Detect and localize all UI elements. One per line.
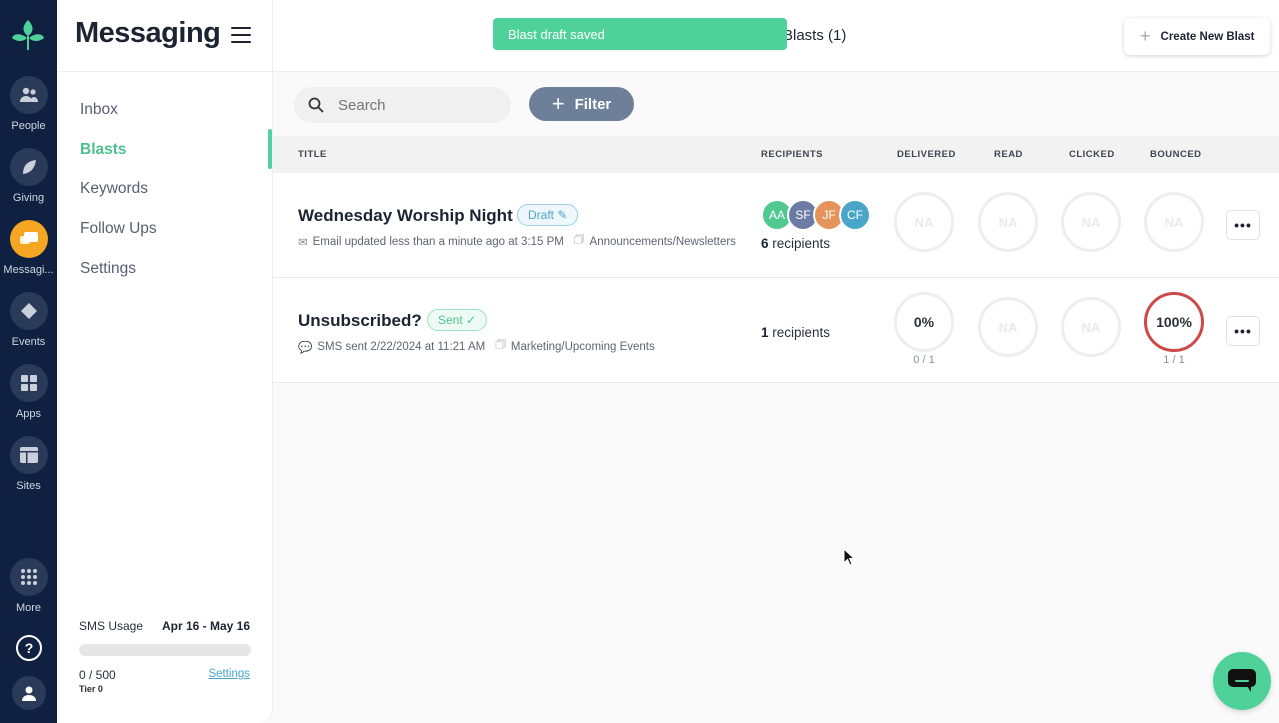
ellipsis-icon: ••• [1234, 323, 1252, 339]
folder-icon: 🗇 [495, 339, 506, 351]
create-new-blast-label: Create New Blast [1160, 30, 1255, 43]
help-icon: ? [15, 635, 42, 661]
blast-category: Announcements/Newsletters [589, 235, 736, 248]
blast-meta-text: Email updated less than a minute ago at … [312, 235, 564, 248]
filter-button[interactable]: + Filter [529, 87, 634, 121]
avatar: CF [839, 199, 871, 231]
pencil-icon: ✎ [557, 208, 568, 222]
blast-meta-text: SMS sent 2/22/2024 at 11:21 AM [317, 340, 486, 353]
column-read[interactable]: READ [994, 149, 1023, 160]
ellipsis-icon: ••• [1234, 217, 1252, 233]
status-badge: Sent ✓ [427, 309, 488, 331]
checkmark-icon: ✓ [466, 313, 477, 327]
grid-icon [9, 364, 48, 402]
ticket-icon [9, 292, 48, 330]
sidebar-item-blasts[interactable]: Blasts [80, 141, 127, 159]
search-icon [308, 97, 324, 113]
rail-item-messaging[interactable]: Messagi... [0, 220, 57, 276]
status-label: Draft [528, 208, 555, 222]
user-icon [11, 676, 46, 710]
sms-usage-dates: Apr 16 - May 16 [161, 619, 250, 633]
delivered-ring: 0% [894, 292, 954, 352]
blast-meta: 💬 SMS sent 2/22/2024 at 11:21 AM 🗇 Marke… [298, 337, 655, 356]
active-nav-indicator [268, 129, 272, 169]
bounced-sub: 1 / 1 [1163, 354, 1185, 366]
people-icon [9, 76, 48, 114]
recipient-count: 1 recipients [761, 325, 831, 340]
messaging-sidebar: Messaging Inbox Blasts Keywords Follow U… [57, 0, 273, 723]
browser-icon [9, 436, 48, 474]
status-badge: Draft ✎ [517, 204, 579, 226]
sms-bubble-icon: 💬 [298, 341, 313, 354]
sidebar-item-settings[interactable]: Settings [80, 260, 136, 278]
blast-title[interactable]: Unsubscribed? [298, 311, 422, 331]
sidebar-item-keywords[interactable]: Keywords [80, 180, 148, 198]
sms-usage-count: 0 / 500 [79, 668, 116, 682]
table-header: TITLE RECIPIENTS DELIVERED READ CLICKED … [273, 136, 1279, 173]
blast-title[interactable]: Wednesday Worship Night [298, 206, 513, 226]
toast-notification: Blast draft saved [493, 18, 787, 50]
sms-tier: Tier 0 [79, 684, 103, 694]
sidebar-item-inbox[interactable]: Inbox [80, 101, 118, 119]
sms-usage-bar [79, 644, 251, 656]
column-clicked[interactable]: CLICKED [1069, 149, 1115, 160]
filter-label: Filter [574, 95, 612, 113]
clicked-ring: NA [1061, 297, 1121, 357]
delivered-ring: NA [894, 192, 954, 252]
column-title[interactable]: TITLE [298, 149, 327, 160]
folder-icon: 🗇 [573, 234, 585, 246]
help-button[interactable]: ? [0, 634, 57, 667]
main-content: Blasts (1) Blast draft saved + Create Ne… [273, 0, 1279, 723]
plus-icon: + [551, 91, 565, 116]
rail-item-sites[interactable]: Sites [0, 436, 57, 492]
chat-icon [9, 220, 48, 258]
sidebar-title: Messaging [75, 17, 221, 49]
sms-settings-link[interactable]: Settings [208, 668, 250, 680]
read-ring: NA [978, 192, 1038, 252]
app-rail: People Giving Messagi... Events Apps Sit… [0, 0, 57, 723]
column-bounced[interactable]: BOUNCED [1150, 149, 1202, 160]
profile-button[interactable] [0, 676, 57, 710]
column-recipients[interactable]: RECIPIENTS [761, 149, 823, 160]
blast-meta: ✉ Email updated less than a minute ago a… [298, 232, 736, 251]
rail-item-events[interactable]: Events [0, 292, 57, 348]
bounced-ring: 100% [1144, 292, 1204, 352]
page-title: Blasts (1) [783, 27, 847, 44]
search-input[interactable] [338, 96, 488, 114]
sidebar-divider [57, 71, 273, 72]
plus-icon: + [1140, 26, 1151, 46]
read-ring: NA [978, 297, 1038, 357]
sidebar-item-follow-ups[interactable]: Follow Ups [80, 220, 157, 238]
clicked-ring: NA [1061, 192, 1121, 252]
email-icon: ✉ [298, 236, 308, 249]
svg-text:?: ? [24, 640, 33, 656]
hamburger-menu-icon[interactable] [231, 27, 251, 43]
mouse-cursor-icon [843, 548, 856, 566]
rail-item-giving[interactable]: Giving [0, 148, 57, 204]
delivered-sub: 0 / 1 [913, 354, 935, 366]
rail-item-people[interactable]: People [0, 76, 57, 132]
rail-item-more[interactable]: More [0, 558, 57, 614]
logo-icon[interactable] [8, 16, 48, 56]
dots-grid-icon [9, 558, 48, 596]
rail-item-apps[interactable]: Apps [0, 364, 57, 420]
row-actions-button[interactable]: ••• [1226, 210, 1260, 240]
search-box[interactable] [294, 87, 511, 123]
blast-category: Marketing/Upcoming Events [510, 340, 655, 353]
status-label: Sent [438, 313, 463, 327]
row-actions-button[interactable]: ••• [1226, 316, 1260, 346]
chat-support-button[interactable] [1213, 652, 1271, 710]
leaf-icon [9, 148, 48, 186]
recipient-count: 6 recipients [761, 236, 831, 251]
column-delivered[interactable]: DELIVERED [897, 149, 956, 160]
create-new-blast-button[interactable]: + Create New Blast [1124, 18, 1270, 55]
bounced-ring: NA [1144, 192, 1204, 252]
chat-bubble-icon [1228, 669, 1256, 692]
top-bar: Blasts (1) Blast draft saved + Create Ne… [273, 0, 1279, 72]
sms-usage-label: SMS Usage [79, 619, 144, 633]
table-row[interactable]: Unsubscribed? Sent ✓ 💬 SMS sent 2/22/202… [273, 278, 1279, 383]
table-row[interactable]: Wednesday Worship Night Draft ✎ ✉ Email … [273, 173, 1279, 278]
